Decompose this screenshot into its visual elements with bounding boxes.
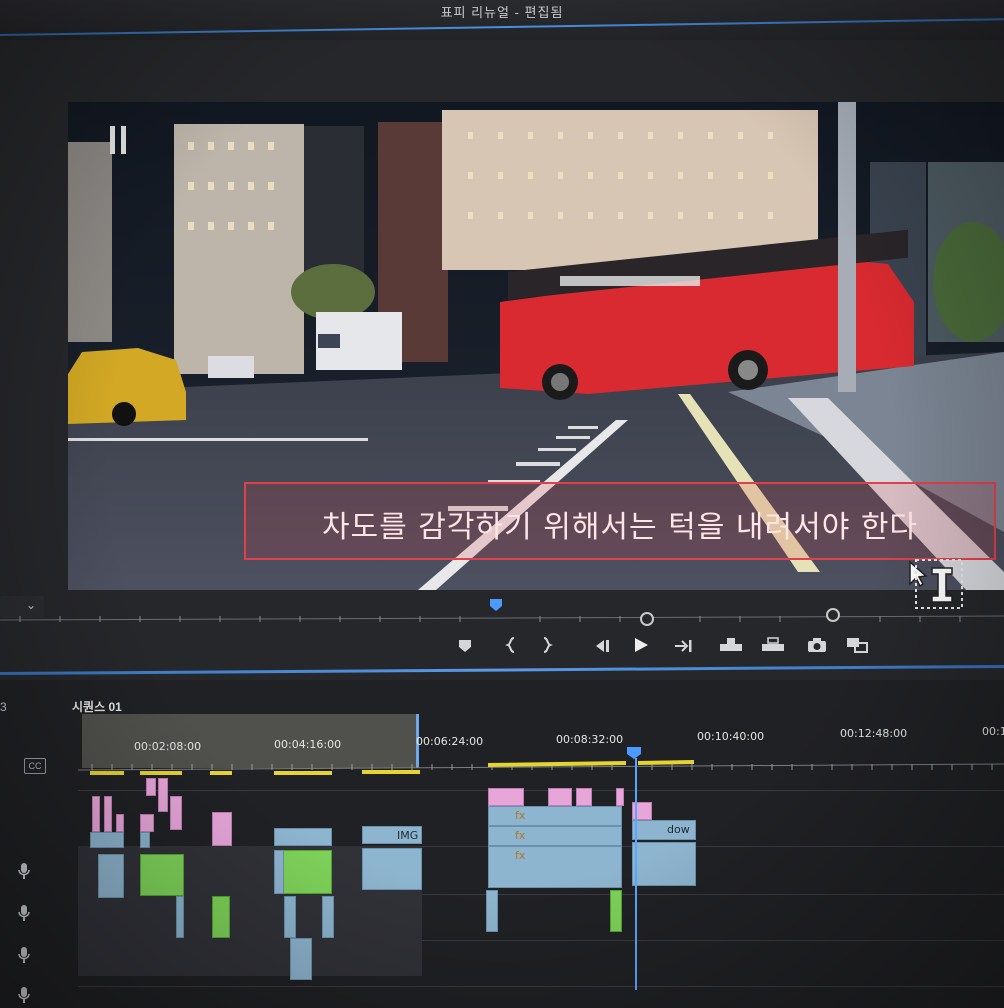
clip-name: dow [667,823,690,836]
ruler-timecode: 00:04:16:00 [274,738,342,751]
mark-in-icon [504,637,515,653]
step-back-button[interactable] [588,636,614,660]
audio-clip[interactable] [274,850,284,894]
mark-in-button[interactable] [498,636,524,660]
play-button[interactable] [628,636,654,660]
pause-indicator-icon [110,126,130,154]
caption-text[interactable]: 차도를 감각하기 위해서는 턱을 내려서야 한다 [246,502,994,546]
microphone-icon[interactable] [16,986,32,1004]
audio-clip[interactable] [290,938,312,980]
ruler-timecode: 00:10:40:00 [697,730,765,743]
audio-clip[interactable] [140,854,184,896]
video-clip[interactable] [146,778,156,796]
download-clip[interactable]: dow [632,820,696,840]
video-clip[interactable] [362,848,422,890]
video-clip[interactable] [158,778,168,812]
video-clip[interactable] [548,788,572,806]
mark-out-button[interactable] [534,636,560,660]
type-tool-cursor-icon [908,556,964,610]
video-clip[interactable]: fx [488,806,622,826]
out-point-marker[interactable] [826,608,840,622]
mark-out-icon [543,637,554,653]
export-frame-button[interactable] [804,636,830,660]
video-clip[interactable] [616,788,624,806]
timeline-playhead-icon[interactable] [626,746,642,760]
fx-badge: fx [515,849,526,862]
video-clip[interactable]: fx [488,826,622,846]
insert-icon [720,638,742,651]
program-monitor-panel: 차도를 감각하기 위해서는 턱을 내려서야 한다 ⌄ [0,40,1004,680]
video-clip[interactable] [116,814,124,832]
audio-clip[interactable] [284,896,296,938]
compare-view-button[interactable] [844,636,870,660]
video-clip[interactable] [90,832,124,848]
audio-clip[interactable] [322,896,334,938]
video-clip[interactable] [140,832,150,848]
microphone-icon[interactable] [16,862,32,880]
panel-number: 3 [0,700,7,714]
video-clip[interactable] [212,812,232,846]
microphone-icon[interactable] [16,946,32,964]
step-forward-button[interactable] [670,636,696,660]
video-clip[interactable] [632,842,696,886]
overwrite-icon [762,637,784,651]
ruler-timecode: 00:1 [982,725,1004,738]
track-divider [78,790,1004,791]
video-clip[interactable] [140,814,154,832]
video-clip[interactable] [274,828,332,846]
play-icon [635,638,648,652]
captions-toggle-button[interactable]: CC [24,758,46,774]
ruler-timecode: 00:08:32:00 [556,733,624,746]
fx-badge: fx [515,829,526,842]
ruler-timecode: 00:12:48:00 [840,727,908,740]
video-clip[interactable] [170,796,182,830]
video-clip[interactable] [104,796,112,832]
audio-clip[interactable] [176,896,184,938]
track-divider [78,986,1004,987]
insert-button[interactable] [718,636,744,660]
add-marker-button[interactable] [452,636,478,660]
window-title: 표피 리뉴얼 - 편집됨 [440,5,564,20]
audio-clip[interactable] [282,850,332,894]
step-back-icon [596,640,609,652]
image-clip[interactable]: IMG [362,826,422,844]
video-clip[interactable]: fx [488,846,622,888]
export-frame-icon [808,638,826,652]
audio-clip[interactable] [610,890,622,932]
audio-clip[interactable] [486,890,498,932]
sequence-tab[interactable]: 시퀀스 01 [72,698,122,715]
audio-clip[interactable] [212,896,230,938]
caption-text-box[interactable]: 차도를 감각하기 위해서는 턱을 내려서야 한다 [244,482,996,560]
monitor-playhead-icon[interactable] [489,598,503,612]
fx-badge: fx [515,809,526,822]
compare-view-icon [847,638,868,653]
ruler-timecode: 00:06:24:00 [416,735,484,748]
video-clip[interactable] [488,788,524,806]
timeline-ruler[interactable] [78,752,1004,776]
step-forward-icon [675,640,692,652]
video-clip[interactable] [92,796,100,832]
video-clip[interactable] [576,788,592,806]
in-point-marker[interactable] [640,612,654,626]
microphone-icon[interactable] [16,904,32,922]
overwrite-button[interactable] [760,636,786,660]
audio-clip[interactable] [98,854,124,898]
timeline-playhead-line[interactable] [635,758,637,990]
clip-name: IMG [397,829,419,842]
add-marker-icon [459,640,471,652]
